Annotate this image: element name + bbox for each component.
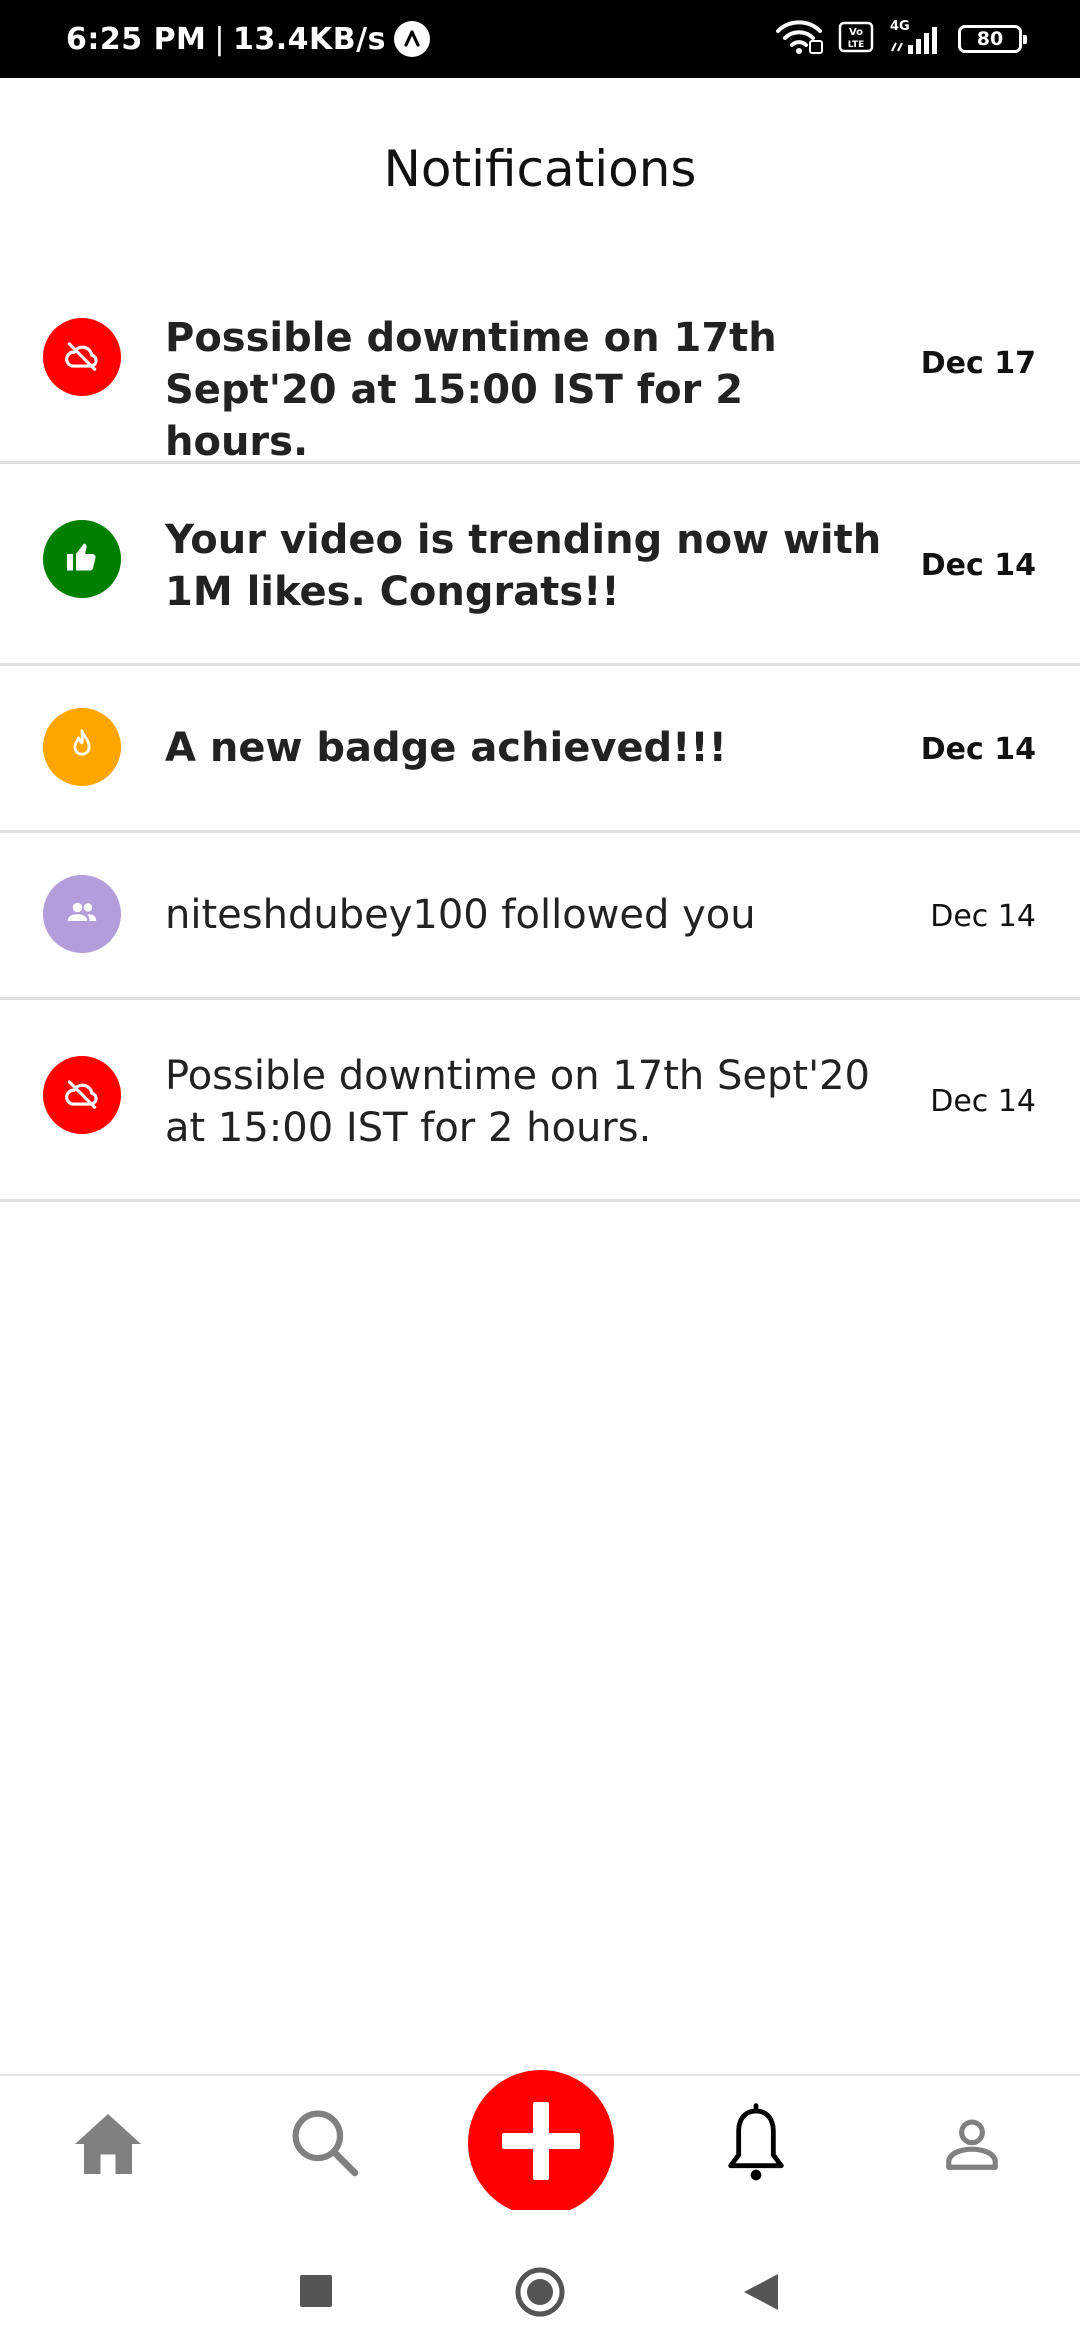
notification-message: Possible downtime on 17th Sept'20 at 15:… xyxy=(165,315,777,465)
notification-avatar xyxy=(43,520,121,598)
notification-date: Dec 14 xyxy=(930,899,1036,934)
notification-date: Dec 17 xyxy=(920,346,1036,381)
status-right: Vo LTE 4G 80 xyxy=(774,0,1027,78)
profile-icon xyxy=(941,2113,1003,2180)
nav-profile-button[interactable] xyxy=(930,2104,1014,2188)
notification-item[interactable]: A new badge achieved!!! Dec 14 xyxy=(0,666,1080,833)
notification-date: Dec 14 xyxy=(920,732,1036,767)
notification-message: A new badge achieved!!! xyxy=(165,725,727,771)
battery-level: 80 xyxy=(976,28,1004,50)
notification-item[interactable]: Possible downtime on 17th Sept'20 at 15:… xyxy=(0,1000,1080,1202)
notification-message: Possible downtime on 17th Sept'20 at 15:… xyxy=(165,1053,870,1151)
home-icon xyxy=(72,2110,144,2183)
home-circle-icon[interactable] xyxy=(514,2266,566,2323)
notification-date: Dec 14 xyxy=(920,548,1036,583)
status-left: 6:25 PM | 13.4KB/s xyxy=(66,0,430,78)
notification-avatar xyxy=(43,318,121,396)
search-icon xyxy=(287,2105,361,2184)
app-a-icon xyxy=(393,21,430,57)
notification-item[interactable]: Your video is trending now with 1M likes… xyxy=(0,464,1080,666)
svg-text:Vo: Vo xyxy=(849,27,863,38)
notification-avatar xyxy=(43,875,121,953)
status-separator: | xyxy=(214,21,226,57)
people-icon xyxy=(64,894,100,935)
bell-icon xyxy=(724,2101,788,2190)
svg-text:LTE: LTE xyxy=(848,40,865,50)
notification-list: Possible downtime on 17th Sept'20 at 15:… xyxy=(0,262,1080,1202)
notification-date: Dec 14 xyxy=(930,1084,1036,1119)
add-post-button[interactable] xyxy=(468,2070,614,2216)
nav-home-button[interactable] xyxy=(66,2104,150,2188)
status-bar: 6:25 PM | 13.4KB/s Vo LTE 4G 80 xyxy=(0,0,1080,78)
notification-message: Your video is trending now with 1M likes… xyxy=(165,517,882,615)
system-nav-bar xyxy=(0,2210,1080,2340)
status-time: 6:25 PM xyxy=(66,21,207,57)
volte-icon: Vo LTE xyxy=(838,21,874,58)
notification-item[interactable]: Possible downtime on 17th Sept'20 at 15:… xyxy=(0,262,1080,465)
wifi-icon xyxy=(774,19,824,60)
flame-icon xyxy=(65,728,99,767)
page-title: Notifications xyxy=(383,140,697,198)
battery-icon: 80 xyxy=(958,25,1027,53)
nav-notifications-button[interactable] xyxy=(712,2098,800,2192)
notification-avatar xyxy=(43,1056,121,1134)
notification-message: niteshdubey100 followed you xyxy=(165,892,756,938)
cloud-off-icon xyxy=(63,1074,101,1117)
signal-icon: 4G xyxy=(888,19,944,57)
recents-square-icon[interactable] xyxy=(299,2274,333,2313)
notification-avatar xyxy=(43,708,121,786)
back-triangle-icon[interactable] xyxy=(742,2272,780,2317)
status-network-speed: 13.4KB/s xyxy=(233,21,386,57)
notification-item[interactable]: niteshdubey100 followed you Dec 14 xyxy=(0,833,1080,1000)
add-icon xyxy=(498,2098,584,2189)
cloud-off-icon xyxy=(63,336,101,379)
nav-search-button[interactable] xyxy=(282,2102,366,2186)
thumb-up-icon xyxy=(64,539,100,580)
